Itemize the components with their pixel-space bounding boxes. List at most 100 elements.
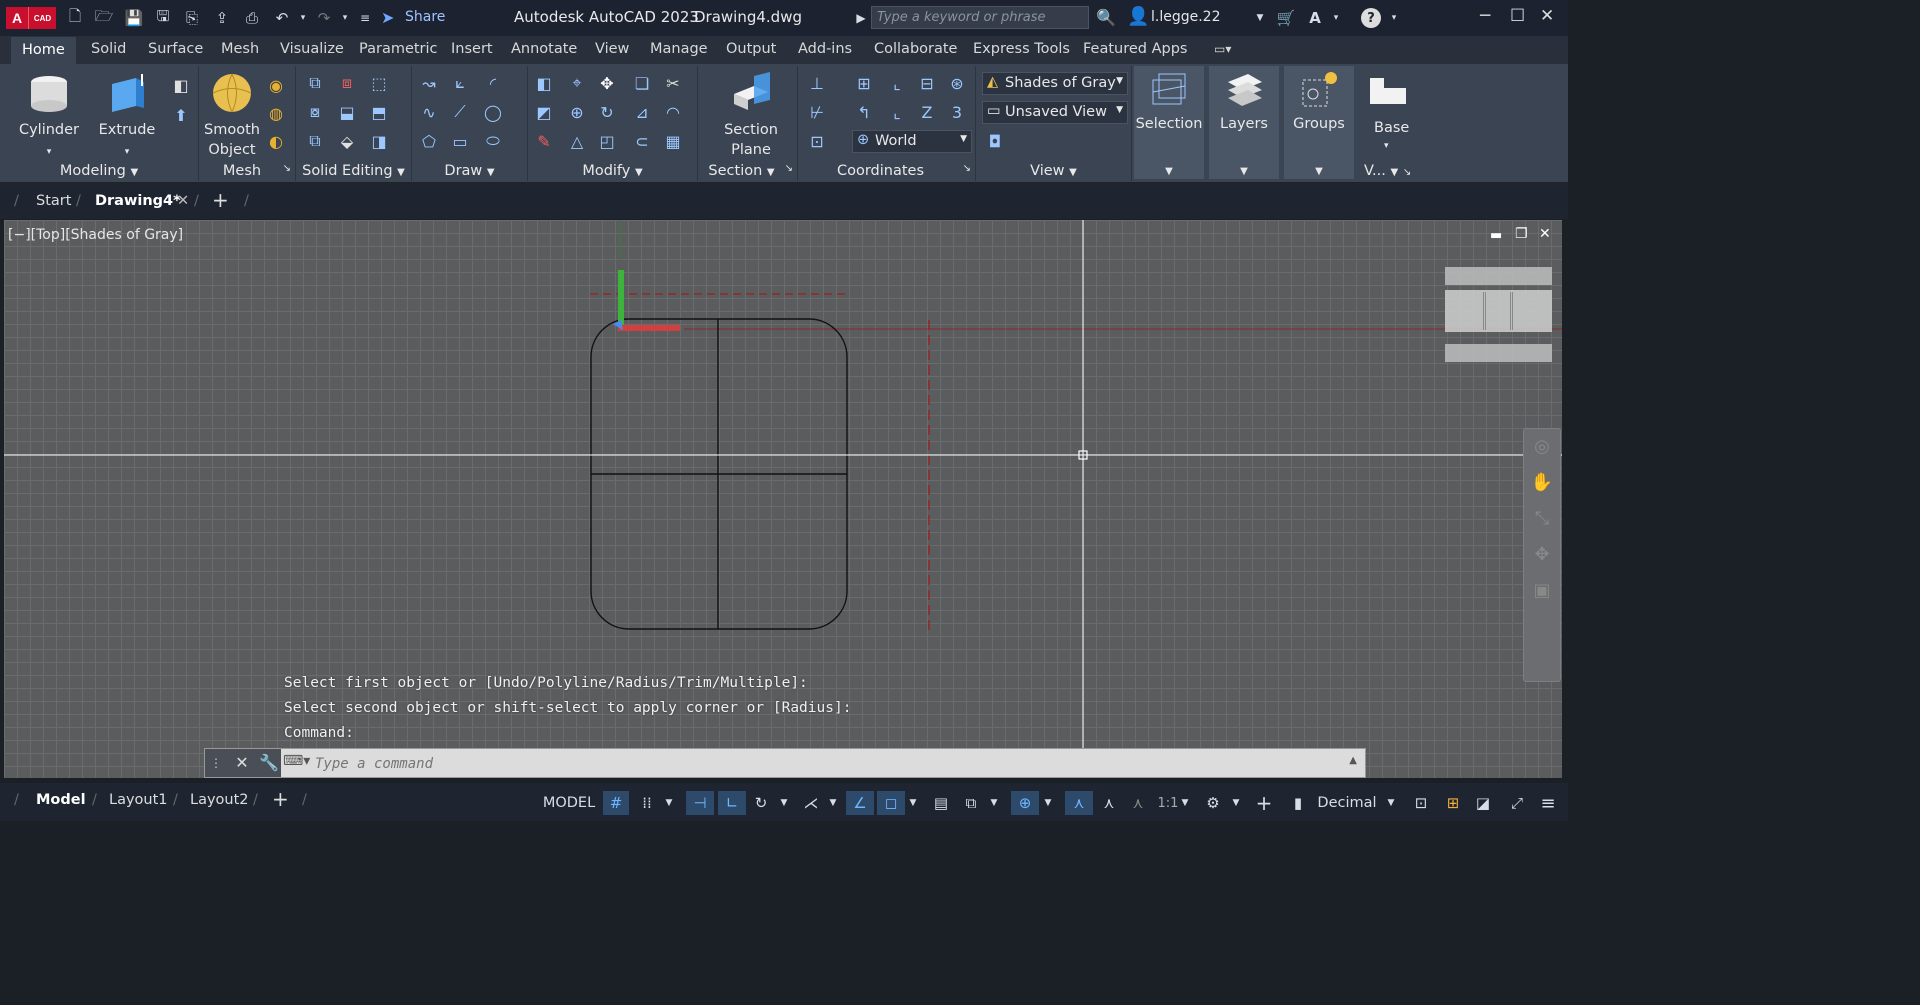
union-icon[interactable]: ⧉ <box>304 72 326 94</box>
visual-style-dropdown[interactable]: ◭ Shades of Gray ▼ <box>982 72 1128 95</box>
stretch-icon[interactable]: ⊿ <box>631 101 653 123</box>
customize-qat-icon[interactable]: ≡ <box>355 8 375 28</box>
ucs-object-icon[interactable]: ⊡ <box>806 130 828 152</box>
selection-button[interactable]: Selection ▼ <box>1134 66 1204 179</box>
undo-dropdown-icon[interactable]: ▾ <box>293 8 313 28</box>
new-tab-icon[interactable]: + <box>212 188 229 212</box>
copy-icon[interactable]: ❏ <box>631 72 653 94</box>
mesh-smooth-more-icon[interactable]: ◍ <box>265 102 287 124</box>
polar-dropdown-icon[interactable]: ▼ <box>777 791 791 815</box>
base-icon[interactable] <box>1368 76 1408 106</box>
draw-panel-label[interactable]: Draw ▼ <box>412 163 527 179</box>
rotate-icon[interactable]: ↻ <box>596 101 618 123</box>
customize-wrench-icon[interactable]: 🔧 <box>257 749 281 777</box>
cart-icon[interactable]: 🛒 <box>1276 8 1296 28</box>
extrude-faces-icon[interactable]: ⬒ <box>368 101 390 123</box>
viewcube-bottom[interactable] <box>1445 344 1552 362</box>
workspace-dropdown-icon[interactable]: ▼ <box>1229 791 1243 815</box>
mirror-icon[interactable]: ◧ <box>533 72 555 94</box>
new-layout-icon[interactable]: + <box>272 787 289 811</box>
lineweight-icon[interactable]: ▤ <box>928 791 954 815</box>
tab-visualize[interactable]: Visualize <box>280 41 344 57</box>
mesh-refine-icon[interactable]: ◐ <box>265 130 287 152</box>
user-name[interactable]: l.legge.22 <box>1151 9 1221 25</box>
drawing-viewport[interactable]: [−][Top][Shades of Gray] ▬ ❐ ✕ ◎ ✋ ⤡ ✥ ▣… <box>4 220 1562 778</box>
command-input[interactable] <box>315 753 1315 775</box>
3d-scale-icon[interactable]: △ <box>566 130 588 152</box>
tab-output[interactable]: Output <box>726 41 776 57</box>
search-input[interactable]: Type a keyword or phrase <box>871 6 1089 29</box>
cylinder-button[interactable]: Cylinder ▾ <box>14 72 84 162</box>
auto-scale-icon[interactable]: ⋏ <box>1096 791 1122 815</box>
units-dropdown-icon[interactable]: ▼ <box>1384 791 1398 815</box>
groups-button[interactable]: Groups ▼ <box>1284 66 1354 179</box>
redo-dropdown-icon[interactable]: ▾ <box>335 8 355 28</box>
open-folder-icon[interactable]: 🗁 <box>94 7 114 28</box>
viewport-config-icon[interactable]: ◘ <box>984 130 1006 152</box>
transparency-dropdown-icon[interactable]: ▼ <box>987 791 1001 815</box>
3d-object-snap-icon[interactable]: ⊕ <box>1011 791 1039 815</box>
object-snap-dropdown-icon[interactable]: ▼ <box>906 791 920 815</box>
presspull-icon[interactable]: ⬆ <box>170 104 192 126</box>
plot-icon[interactable]: ⎙ <box>242 8 262 28</box>
offset-icon[interactable]: ⊂ <box>631 130 653 152</box>
viewport-close-icon[interactable]: ✕ <box>1539 226 1551 242</box>
ucs-world-icon[interactable]: ⊛ <box>946 72 968 94</box>
close-icon[interactable]: ✕ <box>1540 6 1554 26</box>
box-icon[interactable]: ◧ <box>170 74 192 96</box>
v-panel-label[interactable]: V... ▼ ↘ <box>1358 163 1428 179</box>
publish-icon[interactable]: ⇪ <box>212 8 232 28</box>
tab-view[interactable]: View <box>595 41 629 57</box>
ucs-dropdown[interactable]: ⊕ World ▼ <box>852 130 972 153</box>
extract-edges-icon[interactable]: ⬚ <box>368 72 390 94</box>
groups-dropdown-icon[interactable]: ▼ <box>1284 166 1354 177</box>
extrude-button[interactable]: Extrude ▾ <box>92 72 162 162</box>
snap-dropdown-icon[interactable]: ▼ <box>662 791 676 815</box>
ucs-previous-icon[interactable]: ↰ <box>853 101 875 123</box>
ucs-z-icon[interactable]: Z <box>916 101 938 123</box>
user-dropdown-icon[interactable]: ▼ <box>1250 8 1270 28</box>
tab-collaborate[interactable]: Collaborate <box>874 41 957 57</box>
annotation-monitor-icon[interactable]: + <box>1251 791 1277 815</box>
subtract-icon[interactable]: ⧈ <box>336 72 358 94</box>
tab-surface[interactable]: Surface <box>148 41 203 57</box>
scale-dropdown-icon[interactable]: ▼ <box>1178 791 1192 815</box>
close-tab-icon[interactable]: ✕ <box>177 193 189 209</box>
pan-icon[interactable]: ✋ <box>1524 465 1560 501</box>
base-label[interactable]: Base <box>1374 118 1409 138</box>
selection-dropdown-icon[interactable]: ▼ <box>1134 166 1204 177</box>
annotation-scale-value[interactable]: 1:1 <box>1156 791 1180 815</box>
ucs-3-icon[interactable]: 3 <box>946 101 968 123</box>
layout-tab-model[interactable]: Model <box>36 792 86 808</box>
ucs-view-icon[interactable]: ⊬ <box>806 101 828 123</box>
align-icon[interactable]: ◩ <box>533 101 555 123</box>
new-file-icon[interactable]: 🗋 <box>65 7 85 28</box>
help-icon[interactable]: ? <box>1361 8 1381 28</box>
layers-dropdown-icon[interactable]: ▼ <box>1209 166 1279 177</box>
thicken-icon[interactable]: ⬙ <box>336 130 358 152</box>
line-icon[interactable]: ↝ <box>418 72 440 94</box>
isolate-objects-icon[interactable]: ◪ <box>1470 791 1496 815</box>
ucs-named-icon[interactable]: ⊟ <box>916 72 938 94</box>
tab-featured-apps[interactable]: Featured Apps <box>1083 41 1188 57</box>
grid-icon[interactable]: # <box>603 791 629 815</box>
rectangle-icon[interactable]: ▭ <box>449 130 471 152</box>
save-icon[interactable]: 💾 <box>124 8 144 28</box>
ellipse-icon[interactable]: ⬭ <box>482 130 504 152</box>
ribbon-minimize-icon[interactable]: ▭▾ <box>1214 42 1231 56</box>
ucs-x-icon[interactable]: ⌞ <box>886 101 908 123</box>
showmotion-icon[interactable]: ▣ <box>1524 573 1560 609</box>
save-as-icon[interactable]: 🖫 <box>153 7 173 28</box>
clean-screen-icon[interactable]: ⤢ <box>1504 791 1530 815</box>
orbit-icon[interactable]: ✥ <box>1524 537 1560 573</box>
annotation-scale-icon[interactable]: ⋏ <box>1125 791 1151 815</box>
base-dropdown-icon[interactable]: ▾ <box>1384 136 1389 156</box>
units-value[interactable]: Decimal <box>1316 791 1378 815</box>
solid-editing-panel-label[interactable]: Solid Editing ▼ <box>296 163 411 179</box>
infer-constraints-icon[interactable]: ⊣ <box>686 791 714 815</box>
maximize-icon[interactable]: ☐ <box>1510 6 1525 26</box>
layout-tab-layout2[interactable]: Layout2 <box>190 792 249 808</box>
user-icon[interactable]: 👤 <box>1127 6 1149 27</box>
scale-icon[interactable]: ◰ <box>596 130 618 152</box>
slice-icon[interactable]: ⬓ <box>336 101 358 123</box>
